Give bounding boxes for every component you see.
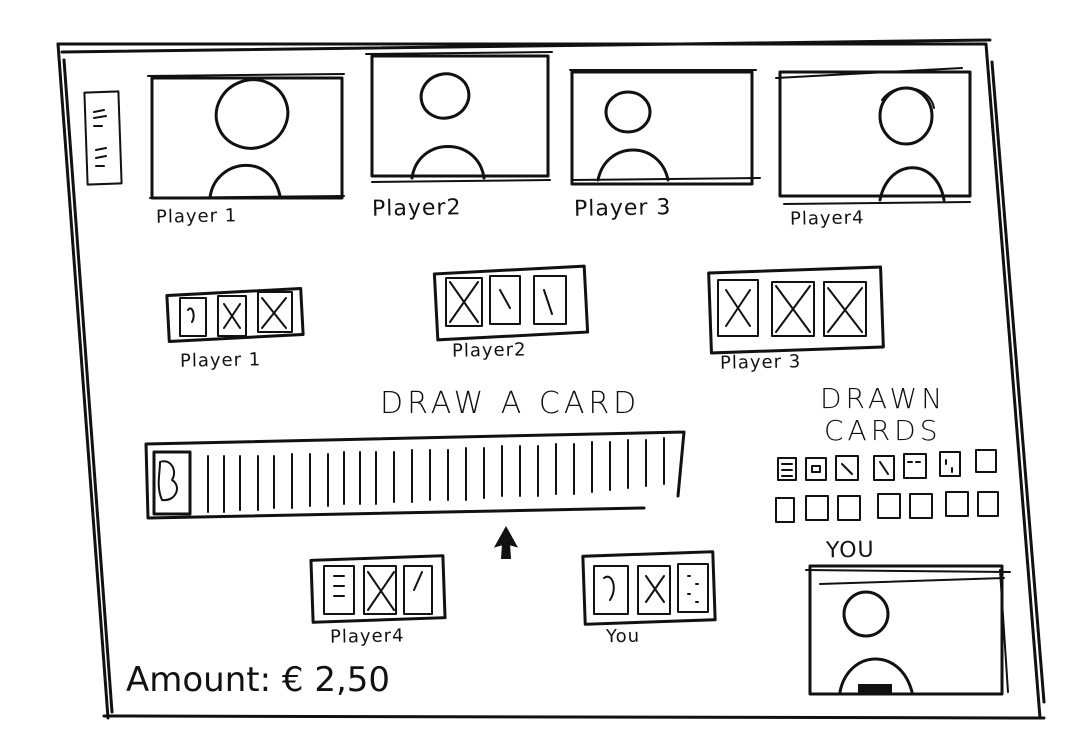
drawn-cards-title-line1: DRAWN: [820, 382, 947, 415]
player-4-video-label: Player4: [789, 207, 865, 230]
hand-you: [581, 550, 717, 626]
player-1-video-label: Player 1: [155, 205, 238, 228]
hand-you-label: You: [605, 625, 641, 648]
amount-value: € 2,50: [281, 660, 391, 700]
hand-player-2: [432, 264, 590, 342]
hand-player-3-label: Player 3: [719, 351, 802, 374]
draw-deck-button[interactable]: [144, 430, 686, 522]
player-2-video-label: Player2: [371, 195, 462, 222]
hand-player-4-label: Player4: [329, 625, 405, 648]
sketch-canvas: [56, 38, 1046, 720]
video-tile-player-1: [147, 73, 345, 200]
hand-player-1: [165, 287, 305, 343]
video-tile-player-2: [365, 51, 553, 183]
amount-label: Amount:: [126, 660, 272, 700]
player-3-video-label: Player 3: [573, 195, 672, 222]
hand-player-3: [707, 265, 885, 355]
video-tile-player-3: [569, 69, 761, 186]
amount-display: Amount: € 2,50: [126, 660, 390, 700]
video-tile-player-4: [775, 67, 972, 205]
draw-a-card-title: DRAW A CARD: [380, 386, 641, 421]
drawn-cards-title-line2: CARDS: [824, 414, 942, 447]
hand-player-4: [309, 554, 447, 624]
hand-player-2-label: Player2: [451, 339, 527, 362]
cursor-arrow-icon: [493, 525, 519, 559]
video-tile-you: [805, 564, 1011, 696]
hand-player-1-label: Player 1: [179, 349, 262, 372]
drawn-cards-grid: [775, 449, 999, 523]
you-video-label: YOU: [825, 537, 875, 564]
menu-button[interactable]: [84, 90, 124, 188]
